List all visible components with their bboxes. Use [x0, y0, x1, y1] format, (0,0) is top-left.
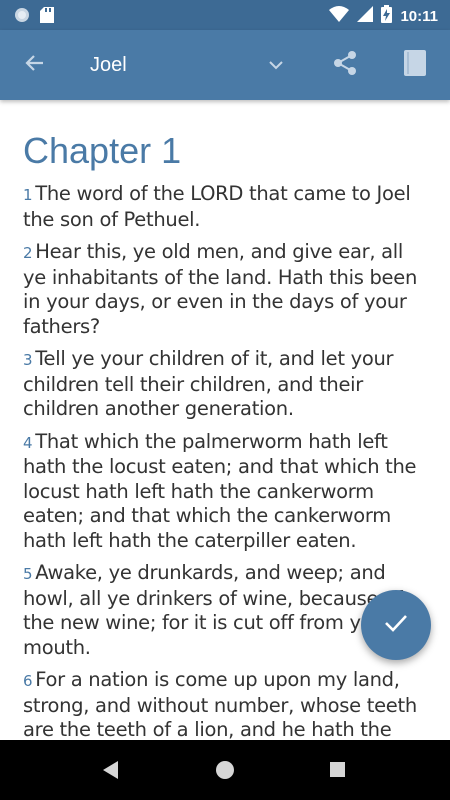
- book-title[interactable]: Joel: [90, 54, 127, 77]
- nav-recents-icon[interactable]: [330, 762, 345, 777]
- book-dropdown-button[interactable]: [262, 52, 290, 80]
- verse[interactable]: 4 That which the palmerworm hath left hat…: [23, 430, 428, 554]
- back-button[interactable]: [16, 50, 52, 80]
- verse-text: The word of the LORD that came to Joel t…: [23, 182, 411, 231]
- verse-text: Awake, ye drunkards, and weep; and howl,…: [23, 561, 403, 659]
- verse-text: For a nation is come up upon my land, st…: [23, 668, 417, 740]
- verse-text: Hear this, ye old men, and give ear, all…: [23, 240, 417, 338]
- verse-list: 1 The word of the LORD that came to Joel …: [23, 182, 428, 740]
- circle-notification-icon: [14, 7, 30, 28]
- signal-icon: [357, 6, 374, 27]
- verse-text: That which the palmerworm hath left hath…: [23, 429, 417, 552]
- check-icon: [384, 613, 408, 638]
- verse-number: 6: [23, 672, 33, 690]
- battery-charging-icon: [381, 5, 393, 28]
- share-icon: [332, 50, 358, 81]
- verse[interactable]: 1 The word of the LORD that came to Joel …: [23, 182, 428, 232]
- verse-number: 4: [23, 433, 33, 452]
- wifi-icon: [329, 6, 350, 27]
- verse-number: 1: [23, 186, 33, 204]
- chapter-title: Chapter 1: [23, 130, 182, 171]
- status-time: 10:11: [400, 8, 438, 25]
- verse-number: 3: [23, 351, 33, 369]
- verse[interactable]: 3 Tell ye your children of it, and let yo…: [23, 347, 428, 422]
- chevron-down-icon: [268, 57, 284, 75]
- verse-number: 2: [23, 244, 33, 262]
- app-toolbar: Joel: [0, 30, 450, 100]
- verse[interactable]: 2 Hear this, ye old men, and give ear, al…: [23, 240, 428, 339]
- book-icon: [404, 49, 426, 81]
- mark-read-button[interactable]: [361, 590, 431, 660]
- verse-text: Tell ye your children of it, and let you…: [23, 347, 394, 420]
- bookmark-book-button[interactable]: [400, 49, 430, 81]
- system-nav-bar: [0, 740, 450, 800]
- share-button[interactable]: [330, 50, 360, 80]
- back-arrow-icon: [23, 52, 45, 79]
- verse[interactable]: 6 For a nation is come up upon my land, s…: [23, 668, 428, 740]
- nav-back-icon[interactable]: [103, 761, 119, 784]
- status-bar: 10:11: [0, 0, 450, 30]
- verse-number: 5: [23, 565, 33, 583]
- nav-home-icon[interactable]: [216, 761, 234, 779]
- sd-card-icon: [40, 7, 54, 28]
